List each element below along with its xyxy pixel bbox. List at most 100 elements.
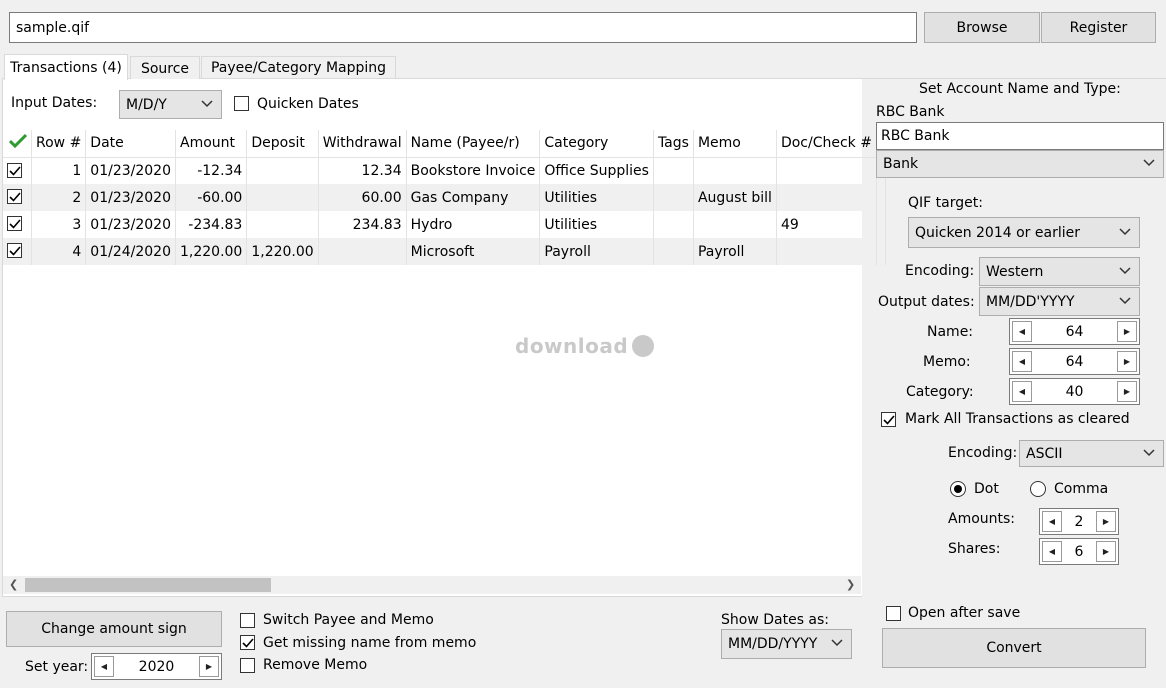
cell-doc[interactable] (776, 157, 877, 184)
row-checkbox[interactable] (7, 216, 22, 231)
cell-withdrawal[interactable] (318, 238, 407, 265)
col-header-row[interactable]: Row # (31, 130, 87, 158)
encoding2-select[interactable]: ASCII (1019, 440, 1164, 467)
shares-decimals-stepper[interactable]: ◀ 6 ▶ (1039, 538, 1119, 565)
remove-memo-checkbox[interactable] (240, 658, 255, 673)
row-checkbox[interactable] (7, 189, 22, 204)
get-missing-name-checkbox[interactable] (240, 635, 255, 650)
increment-icon[interactable]: ▶ (1117, 321, 1137, 342)
cell-category[interactable]: Office Supplies (539, 157, 654, 184)
decrement-icon[interactable]: ◀ (1042, 511, 1062, 532)
cell-name[interactable]: Gas Company (406, 184, 541, 211)
table-row[interactable]: 4 01/24/2020 1,220.00 1,220.00 Microsoft… (3, 238, 886, 265)
open-after-save-checkbox[interactable] (886, 606, 901, 621)
row-checkbox-cell[interactable] (3, 211, 32, 238)
decrement-icon[interactable]: ◀ (1012, 321, 1032, 342)
row-checkbox[interactable] (7, 162, 22, 178)
mark-cleared-checkbox[interactable] (881, 412, 896, 427)
col-header-tags[interactable]: Tags (653, 130, 694, 158)
col-header-amount[interactable]: Amount (175, 130, 248, 158)
cell-name[interactable]: Bookstore Invoice (406, 157, 541, 184)
cell-tags[interactable] (653, 184, 694, 211)
cell-memo[interactable] (693, 157, 777, 184)
cell-doc[interactable] (776, 238, 877, 265)
cell-memo[interactable]: Payroll (693, 238, 777, 265)
cell-withdrawal[interactable]: 60.00 (318, 184, 407, 211)
scroll-left-icon[interactable]: ❮ (9, 578, 18, 591)
col-header-name[interactable]: Name (Payee/r) (406, 130, 541, 158)
qif-target-select[interactable]: Quicken 2014 or earlier (908, 217, 1140, 248)
col-header-category[interactable]: Category (539, 130, 654, 158)
tab-source[interactable]: Source (130, 56, 200, 80)
increment-icon[interactable]: ▶ (1096, 541, 1116, 562)
cell-row[interactable]: 1 (31, 157, 87, 184)
amounts-decimals-stepper[interactable]: ◀ 2 ▶ (1039, 508, 1119, 535)
cell-doc[interactable]: 49 (776, 211, 877, 238)
cell-deposit[interactable]: 1,220.00 (246, 238, 319, 265)
set-year-stepper[interactable]: ◀ 2020 ▶ (91, 653, 222, 680)
cell-date[interactable]: 01/23/2020 (85, 184, 176, 211)
show-dates-select[interactable]: MM/DD/YYYY (721, 629, 852, 659)
table-row[interactable]: 2 01/23/2020 -60.00 60.00 Gas Company Ut… (3, 184, 886, 211)
account-name-input[interactable]: RBC Bank (876, 122, 1164, 150)
row-checkbox-cell[interactable] (3, 184, 32, 211)
cell-category[interactable]: Utilities (539, 211, 654, 238)
grid-horizontal-scrollbar[interactable]: ❮ ❯ (3, 576, 861, 594)
cell-name[interactable]: Hydro (406, 211, 541, 238)
comma-radio[interactable] (1030, 481, 1046, 497)
cell-category[interactable]: Utilities (539, 184, 654, 211)
cell-tags[interactable] (653, 211, 694, 238)
decrement-icon[interactable]: ◀ (1042, 541, 1062, 562)
select-all-header[interactable] (3, 130, 32, 158)
cell-tags[interactable] (653, 238, 694, 265)
browse-button[interactable]: Browse (924, 12, 1040, 43)
cell-withdrawal[interactable]: 234.83 (318, 211, 407, 238)
cell-deposit[interactable] (246, 184, 319, 211)
quicken-dates-checkbox[interactable] (234, 96, 249, 111)
cell-amount[interactable]: 1,220.00 (175, 238, 248, 265)
decrement-icon[interactable]: ◀ (1012, 351, 1032, 372)
increment-icon[interactable]: ▶ (1096, 511, 1116, 532)
cell-withdrawal[interactable]: 12.34 (318, 157, 407, 184)
cell-deposit[interactable] (246, 211, 319, 238)
encoding-select[interactable]: Western (979, 257, 1140, 286)
cell-memo[interactable]: August bill (693, 184, 777, 211)
cell-row[interactable]: 3 (31, 211, 87, 238)
register-button[interactable]: Register (1041, 12, 1156, 43)
cell-row[interactable]: 2 (31, 184, 87, 211)
output-dates-select[interactable]: MM/DD'YYYY (979, 287, 1140, 316)
convert-button[interactable]: Convert (882, 628, 1146, 668)
decrement-icon[interactable]: ◀ (94, 656, 114, 677)
col-header-memo[interactable]: Memo (693, 130, 777, 158)
scroll-right-icon[interactable]: ❯ (846, 578, 855, 591)
increment-icon[interactable]: ▶ (1117, 381, 1137, 402)
row-checkbox-cell[interactable] (3, 238, 32, 265)
category-length-stepper[interactable]: ◀ 40 ▶ (1009, 378, 1140, 405)
switch-payee-memo-checkbox[interactable] (240, 613, 255, 628)
memo-length-stepper[interactable]: ◀ 64 ▶ (1009, 348, 1140, 375)
input-dates-select[interactable]: M/D/Y (119, 90, 222, 119)
cell-memo[interactable] (693, 211, 777, 238)
name-length-stepper[interactable]: ◀ 64 ▶ (1009, 318, 1140, 345)
account-type-select[interactable]: Bank (876, 150, 1164, 178)
table-row[interactable]: 3 01/23/2020 -234.83 234.83 Hydro Utilit… (3, 211, 886, 238)
col-header-doc[interactable]: Doc/Check # (776, 130, 877, 158)
col-header-date[interactable]: Date (85, 130, 176, 158)
row-checkbox[interactable] (7, 243, 22, 258)
row-checkbox-cell[interactable] (3, 157, 32, 184)
cell-amount[interactable]: -60.00 (175, 184, 248, 211)
increment-icon[interactable]: ▶ (199, 656, 219, 677)
dot-radio[interactable] (950, 481, 966, 497)
cell-tags[interactable] (653, 157, 694, 184)
cell-amount[interactable]: -12.34 (175, 157, 248, 184)
cell-date[interactable]: 01/24/2020 (85, 238, 176, 265)
cell-date[interactable]: 01/23/2020 (85, 211, 176, 238)
cell-amount[interactable]: -234.83 (175, 211, 248, 238)
file-path-input[interactable]: sample.qif (9, 12, 917, 43)
cell-category[interactable]: Payroll (539, 238, 654, 265)
scroll-thumb[interactable] (25, 578, 271, 592)
cell-date[interactable]: 01/23/2020 (85, 157, 176, 184)
decrement-icon[interactable]: ◀ (1012, 381, 1032, 402)
col-header-deposit[interactable]: Deposit (246, 130, 319, 158)
col-header-withdrawal[interactable]: Withdrawal (318, 130, 407, 158)
